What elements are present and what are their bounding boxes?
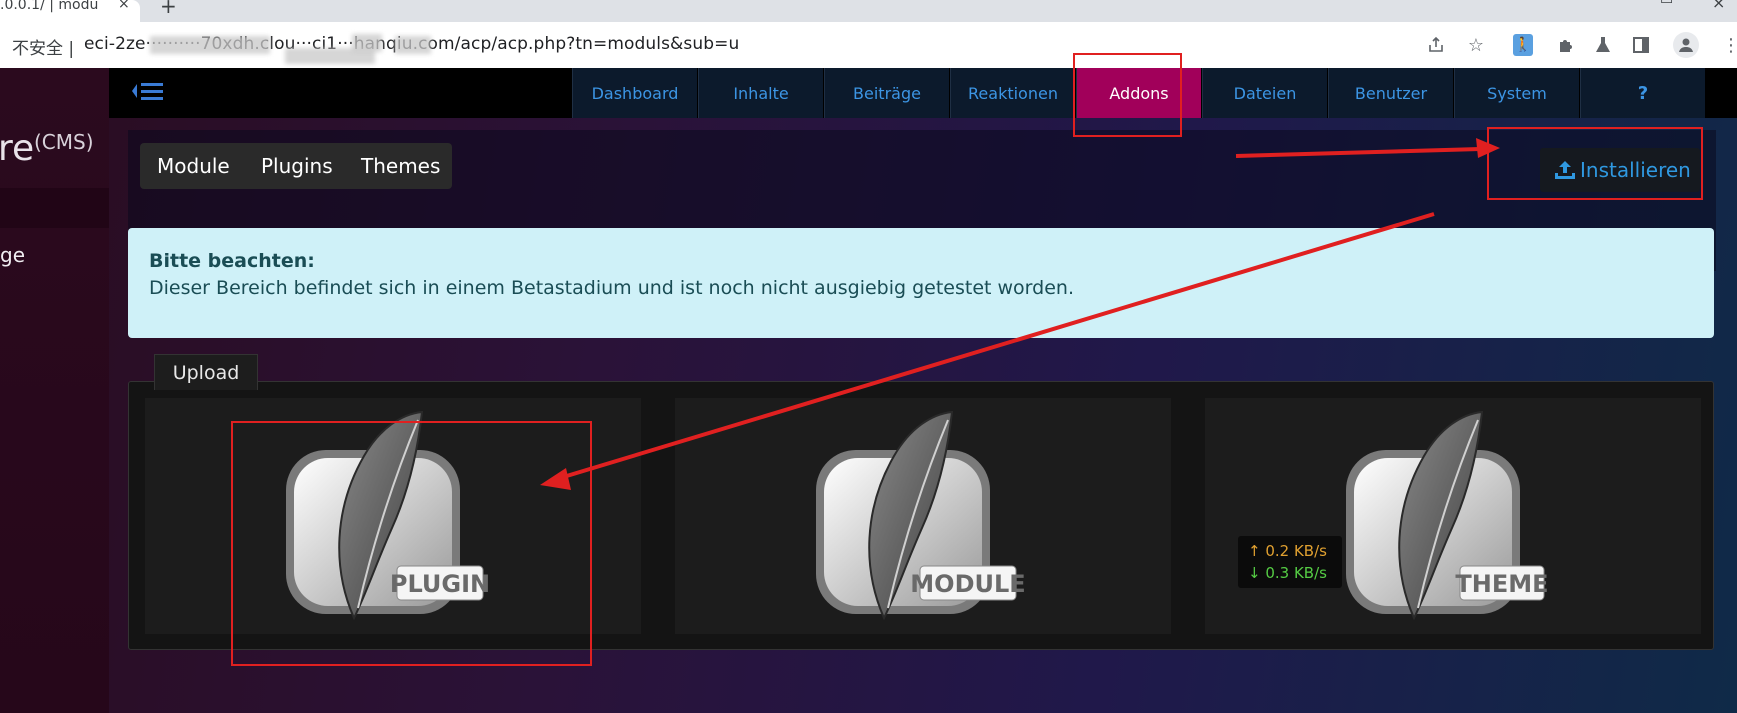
- sidebar-toggle-icon[interactable]: [131, 80, 165, 108]
- brand-cms-suffix: (CMS): [34, 130, 94, 154]
- share-icon[interactable]: [1423, 32, 1449, 58]
- address-bar: 不安全 | eci-2ze··········70xdh.clou···ci1·…: [0, 22, 1737, 68]
- browser-menu-icon[interactable]: ⋮: [1718, 32, 1737, 58]
- sidebar-active-band: [0, 188, 109, 228]
- plugin-feather-logo[interactable]: PLUGIN: [272, 408, 512, 630]
- nav-reaktionen[interactable]: Reaktionen: [950, 68, 1075, 118]
- sidebar: re (CMS) ge: [0, 68, 109, 713]
- cms-admin-page: re (CMS) ge Dashboard Inhalte Beiträge R…: [0, 68, 1737, 713]
- upload-icon: [1555, 161, 1575, 179]
- browser-tabstrip: .0.0.1/ | modu × + ▭ ×: [0, 0, 1737, 22]
- extension-walk-icon[interactable]: 🚶: [1513, 34, 1533, 56]
- brand-logo-text: re: [0, 128, 35, 169]
- browser-tab[interactable]: .0.0.1/ | modu ×: [0, 0, 140, 22]
- new-tab-button[interactable]: +: [160, 0, 177, 18]
- install-button-label: Installieren: [1580, 158, 1691, 182]
- nav-inhalte[interactable]: Inhalte: [698, 68, 823, 118]
- nav-dateien[interactable]: Dateien: [1202, 68, 1327, 118]
- tab-themes[interactable]: Themes: [361, 154, 440, 178]
- install-button[interactable]: Installieren: [1540, 148, 1700, 192]
- sidebar-item[interactable]: ge: [0, 243, 25, 267]
- nav-dashboard[interactable]: Dashboard: [572, 68, 697, 118]
- labs-flask-icon[interactable]: [1590, 32, 1616, 58]
- nav-help[interactable]: ?: [1580, 68, 1705, 118]
- module-card-label: MODULE: [910, 570, 1025, 598]
- nav-benutzer[interactable]: Benutzer: [1328, 68, 1453, 118]
- upload-tab[interactable]: Upload: [154, 354, 258, 390]
- bookmark-star-icon[interactable]: ☆: [1463, 32, 1489, 58]
- nav-addons[interactable]: Addons: [1076, 68, 1201, 118]
- window-close-icon[interactable]: ×: [1712, 0, 1725, 12]
- tab-close-icon[interactable]: ×: [118, 0, 130, 12]
- theme-card-label: THEME: [1455, 570, 1548, 598]
- nav-beitraege[interactable]: Beiträge: [824, 68, 949, 118]
- url-redaction: [352, 34, 382, 52]
- extensions-puzzle-icon[interactable]: [1553, 32, 1579, 58]
- tab-module[interactable]: Module: [157, 154, 230, 178]
- upload-speed: ↑ 0.2 KB/s: [1248, 542, 1327, 560]
- top-navigation: Dashboard Inhalte Beiträge Reaktionen Ad…: [109, 68, 1737, 118]
- alert-title: Bitte beachten:: [149, 250, 315, 272]
- alert-text: Dieser Bereich befindet sich in einem Be…: [149, 277, 1074, 299]
- network-speed-widget: ↑ 0.2 KB/s ↓ 0.3 KB/s: [1238, 536, 1342, 588]
- profile-avatar-icon[interactable]: [1673, 32, 1699, 58]
- insecure-label[interactable]: 不安全 |: [12, 34, 74, 59]
- beta-notice-alert: Bitte beachten: Dieser Bereich befindet …: [128, 228, 1714, 338]
- tab-plugins[interactable]: Plugins: [261, 154, 333, 178]
- plugin-card-label: PLUGIN: [390, 570, 490, 598]
- window-restore-icon[interactable]: ▭: [1660, 0, 1673, 8]
- download-speed: ↓ 0.3 KB/s: [1248, 564, 1327, 582]
- url-redaction: [150, 36, 270, 54]
- module-feather-logo[interactable]: MODULE: [802, 408, 1042, 630]
- browser-tab-title: .0.0.1/ | modu: [0, 0, 99, 13]
- sidepanel-icon[interactable]: [1628, 32, 1654, 58]
- nav-system[interactable]: System: [1454, 68, 1579, 118]
- theme-feather-logo[interactable]: THEME: [1332, 408, 1572, 630]
- url-redaction: [395, 36, 431, 54]
